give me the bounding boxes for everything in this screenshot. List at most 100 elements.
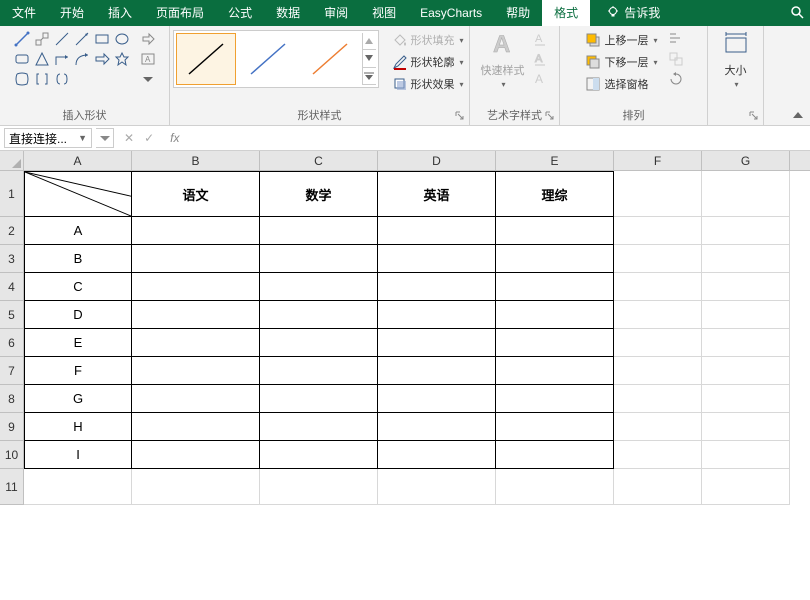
cell-G11[interactable] [702,469,790,505]
cell-B1[interactable]: 语文 [132,171,260,217]
cell-C3[interactable] [260,245,378,273]
row-header-7[interactable]: 7 [0,357,24,385]
cell-D8[interactable] [378,385,496,413]
dialog-launcher-icon[interactable] [454,110,466,122]
cell-F4[interactable] [614,273,702,301]
cell-G1[interactable] [702,171,790,217]
cell-G8[interactable] [702,385,790,413]
gallery-up-icon[interactable] [363,33,376,50]
cell-B6[interactable] [132,329,260,357]
cell-F6[interactable] [614,329,702,357]
row-header-9[interactable]: 9 [0,413,24,441]
tab-view[interactable]: 视图 [360,0,408,26]
cell-B9[interactable] [132,413,260,441]
confirm-formula-icon[interactable]: ✓ [144,131,154,145]
shapes-gallery[interactable] [13,30,131,88]
cell-A5[interactable]: D [24,301,132,329]
cell-B4[interactable] [132,273,260,301]
tab-help[interactable]: 帮助 [494,0,542,26]
cell-B8[interactable] [132,385,260,413]
cell-D1[interactable]: 英语 [378,171,496,217]
cell-E7[interactable] [496,357,614,385]
cell-G4[interactable] [702,273,790,301]
name-box[interactable]: 直接连接... ▼ [4,128,92,148]
cell-A7[interactable]: F [24,357,132,385]
cell-A10[interactable]: I [24,441,132,469]
cell-A1[interactable] [24,171,132,217]
cell-D5[interactable] [378,301,496,329]
row-header-5[interactable]: 5 [0,301,24,329]
style-item-2[interactable] [238,33,298,85]
cell-F10[interactable] [614,441,702,469]
cell-B5[interactable] [132,301,260,329]
cell-A3[interactable]: B [24,245,132,273]
cell-E8[interactable] [496,385,614,413]
tab-insert[interactable]: 插入 [96,0,144,26]
gallery-down-icon[interactable] [363,50,376,67]
tab-formulas[interactable]: 公式 [216,0,264,26]
row-header-1[interactable]: 1 [0,171,24,217]
cell-A2[interactable]: A [24,217,132,245]
cell-A8[interactable]: G [24,385,132,413]
shape-effects-button[interactable]: 形状效果▾ [389,74,467,94]
cell-F2[interactable] [614,217,702,245]
cell-D6[interactable] [378,329,496,357]
align-button[interactable] [667,30,685,48]
row-header-10[interactable]: 10 [0,441,24,469]
cell-G3[interactable] [702,245,790,273]
cell-E9[interactable] [496,413,614,441]
cell-G6[interactable] [702,329,790,357]
edit-shape-button[interactable] [139,30,157,48]
cell-B3[interactable] [132,245,260,273]
cell-D10[interactable] [378,441,496,469]
cell-D11[interactable] [378,469,496,505]
cell-A4[interactable]: C [24,273,132,301]
name-box-expand[interactable] [96,128,114,148]
cell-G5[interactable] [702,301,790,329]
select-all-button[interactable] [0,151,24,170]
cell-C2[interactable] [260,217,378,245]
bring-forward-button[interactable]: 上移一层▾ [582,30,660,50]
cell-D3[interactable] [378,245,496,273]
fx-label[interactable]: fx [170,131,179,145]
shape-outline-button[interactable]: 形状轮廓▾ [389,52,467,72]
style-item-1[interactable] [176,33,236,85]
cell-B2[interactable] [132,217,260,245]
cell-F7[interactable] [614,357,702,385]
col-header-G[interactable]: G [702,151,790,170]
row-header-2[interactable]: 2 [0,217,24,245]
row-header-6[interactable]: 6 [0,329,24,357]
cell-G7[interactable] [702,357,790,385]
cell-E10[interactable] [496,441,614,469]
cell-E11[interactable] [496,469,614,505]
cell-C8[interactable] [260,385,378,413]
cell-F5[interactable] [614,301,702,329]
cell-F8[interactable] [614,385,702,413]
cell-B7[interactable] [132,357,260,385]
cell-D7[interactable] [378,357,496,385]
tell-me[interactable]: 告诉我 [594,0,672,26]
dialog-launcher-wordart-icon[interactable] [544,110,556,122]
cell-C10[interactable] [260,441,378,469]
cell-D4[interactable] [378,273,496,301]
cell-E2[interactable] [496,217,614,245]
cell-C1[interactable]: 数学 [260,171,378,217]
tab-home[interactable]: 开始 [48,0,96,26]
cell-F1[interactable] [614,171,702,217]
rotate-button[interactable] [667,70,685,88]
col-header-A[interactable]: A [24,151,132,170]
style-gallery[interactable] [173,30,379,88]
cell-F9[interactable] [614,413,702,441]
name-box-dropdown-icon[interactable]: ▼ [78,133,87,143]
style-item-3[interactable] [300,33,360,85]
cell-G9[interactable] [702,413,790,441]
cell-A11[interactable] [24,469,132,505]
cell-D9[interactable] [378,413,496,441]
cell-G2[interactable] [702,217,790,245]
col-header-E[interactable]: E [496,151,614,170]
col-header-C[interactable]: C [260,151,378,170]
cell-C11[interactable] [260,469,378,505]
cell-B11[interactable] [132,469,260,505]
cell-C9[interactable] [260,413,378,441]
cell-D2[interactable] [378,217,496,245]
